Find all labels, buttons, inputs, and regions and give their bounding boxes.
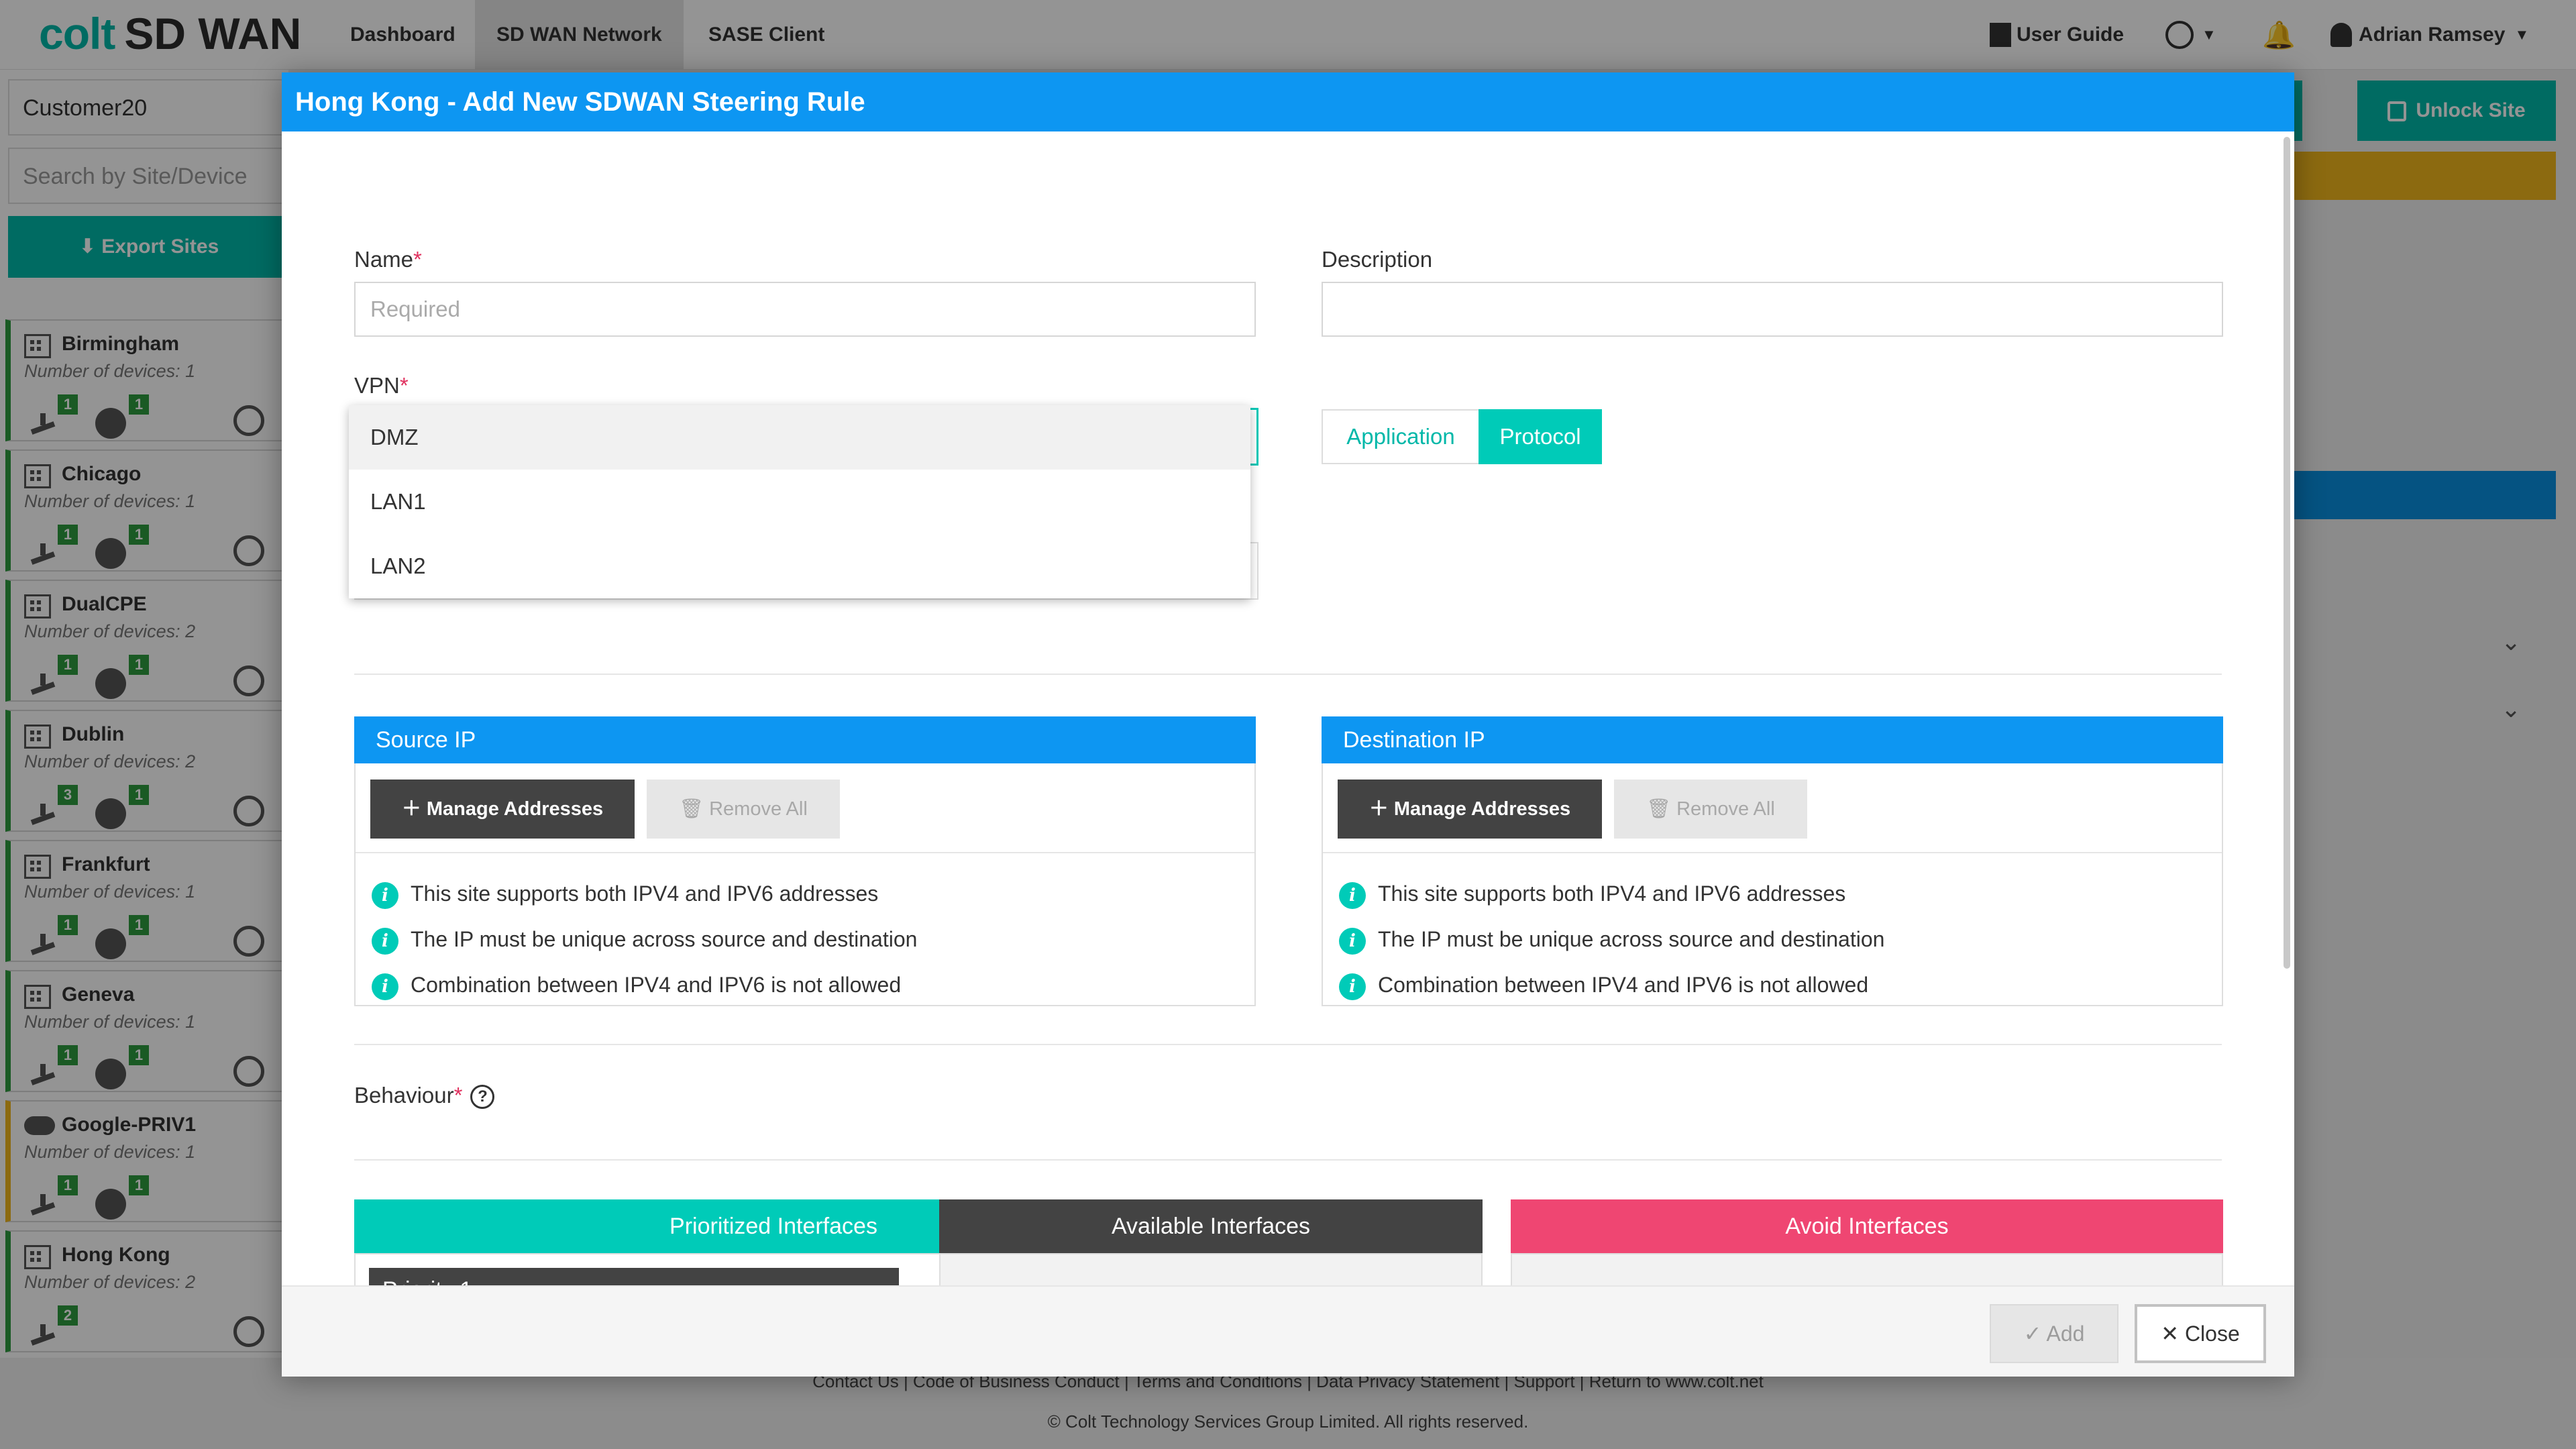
info-line: i This site supports both IPV4 and IPV6 a…	[1339, 879, 1846, 909]
vpn-option-lan2[interactable]: LAN2	[349, 534, 1250, 598]
name-input[interactable]: Required	[354, 282, 1256, 337]
priority-1-header: Priority 1	[369, 1268, 899, 1285]
info-line: i Combination between IPV4 and IPV6 is no…	[1339, 970, 1868, 1000]
trash-icon: 🗑	[1646, 798, 1677, 820]
destination-ip-panel: Destination IP ＋ Manage Addresses 🗑 Remo…	[1322, 716, 2223, 1006]
manage-addresses-label: Manage Addresses	[426, 798, 604, 820]
protocol-toggle[interactable]: Protocol	[1479, 409, 1602, 464]
info-line: i The IP must be unique across source and…	[372, 924, 918, 955]
vpn-label: VPN*	[354, 373, 409, 398]
manage-addresses-label: Manage Addresses	[1393, 798, 1571, 820]
required-mark: *	[453, 1083, 463, 1108]
remove-all-label: Remove All	[709, 798, 808, 820]
vpn-dropdown-menu: DMZ LAN1 LAN2	[349, 405, 1250, 598]
vpn-option-lan1[interactable]: LAN1	[349, 470, 1250, 534]
avoid-interfaces-header: Avoid Interfaces	[1511, 1199, 2223, 1253]
source-ip-panel: Source IP ＋ Manage Addresses 🗑 Remove Al…	[354, 716, 1256, 1006]
required-mark: *	[413, 247, 422, 272]
close-label: Close	[2184, 1322, 2240, 1346]
info-text: Combination between IPV4 and IPV6 is not…	[411, 973, 902, 997]
source-ip-header: Source IP	[354, 716, 1256, 763]
info-line: i Combination between IPV4 and IPV6 is no…	[372, 970, 901, 1000]
destination-remove-all-button[interactable]: 🗑 Remove All	[1614, 780, 1807, 839]
info-text: This site supports both IPV4 and IPV6 ad…	[1378, 881, 1846, 906]
info-text: The IP must be unique across source and …	[1378, 927, 1885, 951]
divider	[354, 1159, 2222, 1161]
info-icon: i	[1339, 973, 1366, 1000]
info-text: This site supports both IPV4 and IPV6 ad…	[411, 881, 879, 906]
info-text: Combination between IPV4 and IPV6 is not…	[1378, 973, 1869, 997]
vpn-option-dmz[interactable]: DMZ	[349, 405, 1250, 470]
destination-manage-addresses-button[interactable]: ＋ Manage Addresses	[1338, 780, 1602, 839]
plus-icon: ＋	[1368, 798, 1394, 820]
info-icon: i	[372, 973, 398, 1000]
source-remove-all-button[interactable]: 🗑 Remove All	[647, 780, 840, 839]
info-icon: i	[1339, 927, 1366, 955]
info-line: i The IP must be unique across source and…	[1339, 924, 1885, 955]
destination-ip-header: Destination IP	[1322, 716, 2223, 763]
application-toggle[interactable]: Application	[1322, 409, 1480, 464]
behaviour-label: Behaviour*?	[354, 1083, 495, 1110]
remove-all-label: Remove All	[1676, 798, 1775, 820]
plus-icon: ＋	[401, 798, 427, 820]
divider	[354, 1044, 2222, 1045]
close-button[interactable]: ✕ Close	[2135, 1304, 2266, 1363]
modal-scrollbar[interactable]	[2284, 137, 2290, 969]
info-text: The IP must be unique across source and …	[411, 927, 918, 951]
panel-separator	[356, 852, 1254, 853]
name-label-text: Name	[354, 247, 414, 272]
available-interfaces-zone[interactable]	[939, 1253, 1483, 1285]
add-button[interactable]: ✓ Add	[1990, 1304, 2118, 1363]
panel-separator	[1323, 852, 2222, 853]
modal-body: Name* Required Description VPN* DMZ LAN1…	[282, 131, 2294, 1285]
info-icon: i	[372, 881, 398, 909]
modal-footer: ✓ Add ✕ Close	[282, 1285, 2294, 1377]
steering-rule-modal: Hong Kong - Add New SDWAN Steering Rule …	[282, 72, 2294, 1377]
description-label: Description	[1322, 247, 1433, 272]
info-line: i This site supports both IPV4 and IPV6 a…	[372, 879, 879, 909]
available-interfaces-header: Available Interfaces	[939, 1199, 1483, 1253]
required-mark: *	[399, 373, 409, 398]
info-icon: i	[372, 927, 398, 955]
description-input[interactable]	[1322, 282, 2223, 337]
trash-icon: 🗑	[679, 798, 710, 820]
modal-title: Hong Kong - Add New SDWAN Steering Rule	[282, 72, 2294, 131]
help-icon[interactable]: ?	[470, 1085, 495, 1110]
vpn-label-text: VPN	[354, 373, 400, 398]
info-icon: i	[1339, 881, 1366, 909]
behaviour-label-text: Behaviour	[354, 1083, 454, 1108]
name-label: Name*	[354, 247, 422, 272]
close-icon: ✕	[2161, 1322, 2185, 1346]
divider	[354, 674, 2222, 675]
avoid-interfaces-zone[interactable]	[1511, 1253, 2223, 1285]
check-icon: ✓	[2023, 1322, 2047, 1346]
source-manage-addresses-button[interactable]: ＋ Manage Addresses	[370, 780, 635, 839]
add-label: Add	[2046, 1322, 2085, 1346]
